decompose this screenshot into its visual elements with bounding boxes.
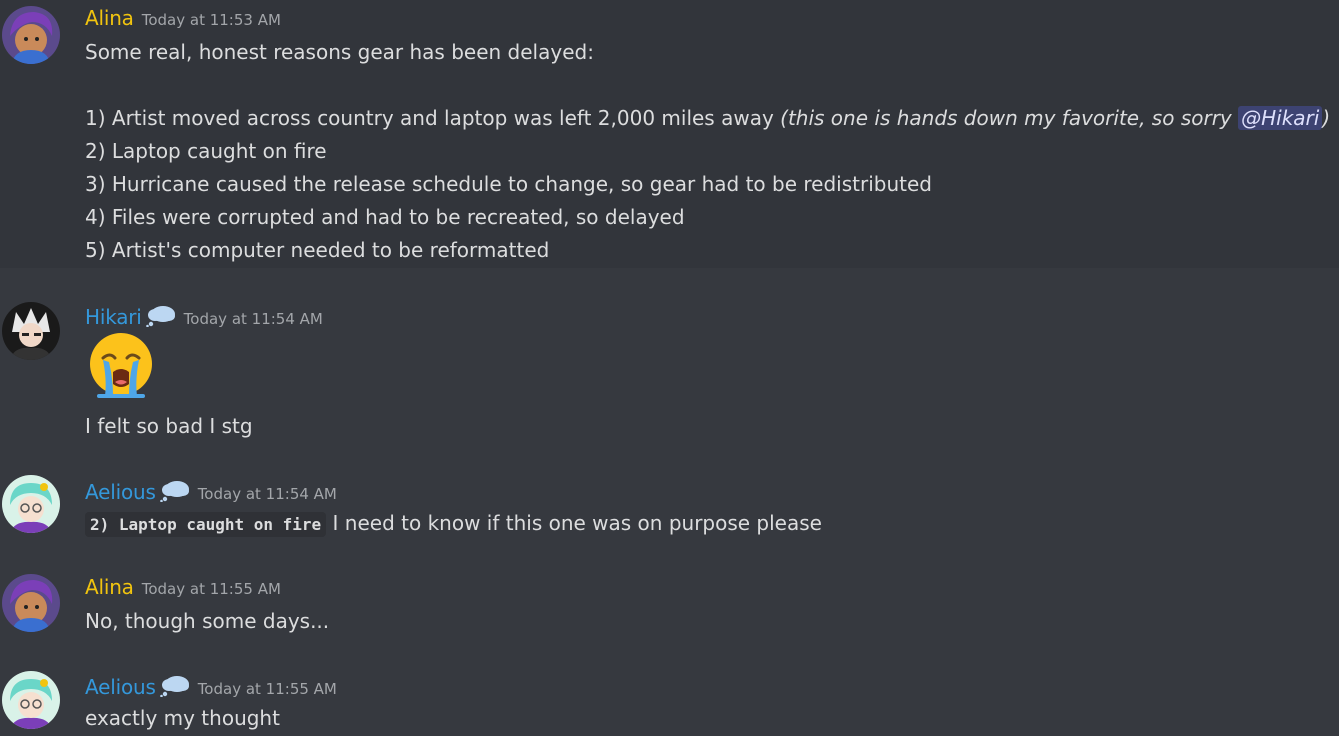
loudly-crying-face-icon[interactable] bbox=[85, 330, 157, 402]
avatar-aelious[interactable] bbox=[2, 475, 60, 533]
avatar-hikari[interactable] bbox=[2, 302, 60, 360]
list-item-2: 2) Laptop caught on fire bbox=[85, 139, 327, 163]
avatar-aelious[interactable] bbox=[2, 671, 60, 729]
mention-hikari[interactable]: @Hikari bbox=[1238, 106, 1323, 130]
chat-message-list: Alina Today at 11:53 AM Some real, hones… bbox=[0, 0, 1339, 736]
message-aelious-1[interactable]: Aelious Today at 11:54 AM 2) Laptop caug… bbox=[0, 448, 1339, 550]
message-text-line: 1) Artist moved across country and lapto… bbox=[85, 102, 1330, 135]
timestamp[interactable]: Today at 11:54 AM bbox=[184, 310, 323, 328]
list-item-5: 5) Artist's computer needed to be reform… bbox=[85, 238, 550, 262]
timestamp[interactable]: Today at 11:55 AM bbox=[198, 680, 337, 698]
message-text: exactly my thought bbox=[85, 706, 280, 730]
list-item-3: 3) Hurricane caused the release schedule… bbox=[85, 172, 932, 196]
timestamp[interactable]: Today at 11:54 AM bbox=[198, 485, 337, 503]
avatar-alina[interactable] bbox=[2, 574, 60, 632]
italic-note-prefix: (this one is hands down my favorite, so … bbox=[780, 106, 1239, 130]
author-name[interactable]: Aelious bbox=[85, 675, 156, 699]
message-aelious-2[interactable]: Aelious Today at 11:55 AM exactly my tho… bbox=[0, 648, 1339, 736]
message-hikari[interactable]: Hikari Today at 11:54 AM I felt so bad I… bbox=[0, 268, 1339, 448]
thought-bubble-icon bbox=[159, 675, 190, 697]
inline-code: 2) Laptop caught on fire bbox=[85, 512, 327, 537]
message-text: Some real, honest reasons gear has been … bbox=[85, 40, 594, 64]
message-text: I felt so bad I stg bbox=[85, 414, 253, 438]
author-name[interactable]: Alina bbox=[85, 6, 134, 30]
timestamp[interactable]: Today at 11:55 AM bbox=[142, 580, 281, 598]
message-text: I need to know if this one was on purpos… bbox=[332, 511, 822, 535]
thought-bubble-icon bbox=[159, 480, 190, 502]
avatar-alina[interactable] bbox=[2, 6, 60, 64]
italic-note: (this one is hands down my favorite, so … bbox=[780, 106, 1330, 130]
thought-bubble-icon bbox=[145, 305, 176, 327]
message-text-line: 2) Laptop caught on fire I need to know … bbox=[85, 507, 822, 541]
message-alina-1[interactable]: Alina Today at 11:53 AM Some real, hones… bbox=[0, 0, 1339, 268]
author-name[interactable]: Alina bbox=[85, 575, 134, 599]
italic-note-suffix: ) bbox=[1322, 106, 1331, 130]
message-alina-2[interactable]: Alina Today at 11:55 AM No, though some … bbox=[0, 550, 1339, 648]
author-name[interactable]: Aelious bbox=[85, 480, 156, 504]
message-text: No, though some days... bbox=[85, 609, 330, 633]
list-item-1: 1) Artist moved across country and lapto… bbox=[85, 106, 781, 130]
timestamp[interactable]: Today at 11:53 AM bbox=[142, 11, 281, 29]
author-name[interactable]: Hikari bbox=[85, 305, 142, 329]
list-item-4: 4) Files were corrupted and had to be re… bbox=[85, 205, 685, 229]
